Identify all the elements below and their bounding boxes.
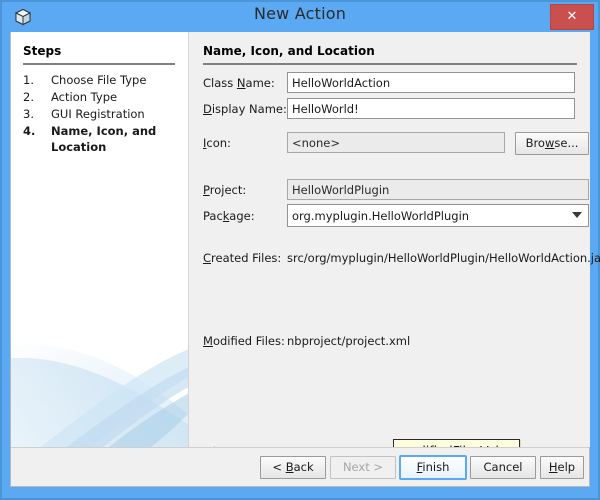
display-name-label: Display Name: bbox=[203, 102, 287, 116]
modified-files-label: Modified Files: bbox=[203, 334, 285, 348]
class-name-label: Class Name: bbox=[203, 76, 275, 90]
icon-path-field[interactable]: <none> bbox=[287, 132, 505, 153]
finish-button[interactable]: Finish bbox=[400, 456, 466, 479]
steps-pane: Steps 1. Choose File Type 2. Action Type… bbox=[11, 32, 189, 447]
next-button: Next > bbox=[330, 456, 396, 479]
package-combobox-value: org.myplugin.HelloWorldPlugin bbox=[292, 209, 469, 223]
modified-files-value: nbproject/project.xml bbox=[287, 334, 410, 348]
display-name-input[interactable]: HelloWorld! bbox=[287, 98, 575, 119]
help-button[interactable]: Help bbox=[540, 456, 584, 479]
step-item-4[interactable]: 4. Name, Icon, and Location bbox=[23, 123, 183, 155]
step-label: Name, Icon, and Location bbox=[51, 123, 183, 155]
dialog-content: Steps 1. Choose File Type 2. Action Type… bbox=[10, 32, 590, 487]
form-pane: Name, Icon, and Location Class Name: Hel… bbox=[190, 32, 590, 447]
cancel-button[interactable]: Cancel bbox=[470, 456, 536, 479]
project-label: Project: bbox=[203, 183, 246, 197]
created-files-label: Created Files: bbox=[203, 251, 281, 265]
new-action-dialog: New Action ✕ bbox=[0, 0, 600, 500]
created-files-value: src/org/myplugin/HelloWorldPlugin/HelloW… bbox=[287, 251, 600, 265]
dialog-button-bar: < Back Next > Finish Cancel Help bbox=[11, 447, 589, 485]
back-button[interactable]: < Back bbox=[260, 456, 326, 479]
class-name-input[interactable]: HelloWorldAction bbox=[287, 72, 575, 93]
window-title: New Action bbox=[2, 4, 598, 23]
steps-list: 1. Choose File Type 2. Action Type 3. GU… bbox=[23, 72, 183, 156]
title-bar[interactable]: New Action ✕ bbox=[2, 2, 598, 32]
chevron-down-icon bbox=[572, 212, 582, 218]
project-field: HelloWorldPlugin bbox=[287, 179, 589, 200]
step-item-1[interactable]: 1. Choose File Type bbox=[23, 72, 183, 88]
decorative-swirl-graphic bbox=[11, 297, 189, 447]
close-icon[interactable]: ✕ bbox=[550, 4, 594, 30]
steps-heading: Steps bbox=[23, 44, 61, 58]
page-title-divider bbox=[203, 63, 577, 65]
step-item-3[interactable]: 3. GUI Registration bbox=[23, 106, 183, 122]
package-combobox[interactable]: org.myplugin.HelloWorldPlugin bbox=[287, 204, 589, 227]
step-label: Choose File Type bbox=[51, 72, 183, 88]
package-label: Package: bbox=[203, 209, 255, 223]
step-number: 4. bbox=[23, 123, 45, 139]
step-label: GUI Registration bbox=[51, 106, 183, 122]
page-title: Name, Icon, and Location bbox=[203, 44, 375, 58]
step-label: Action Type bbox=[51, 89, 183, 105]
browse-button[interactable]: Browse... bbox=[515, 132, 589, 155]
steps-heading-divider bbox=[23, 63, 175, 65]
step-number: 1. bbox=[23, 72, 45, 88]
icon-label: Icon: bbox=[203, 136, 231, 150]
step-number: 2. bbox=[23, 89, 45, 105]
step-number: 3. bbox=[23, 106, 45, 122]
step-item-2[interactable]: 2. Action Type bbox=[23, 89, 183, 105]
